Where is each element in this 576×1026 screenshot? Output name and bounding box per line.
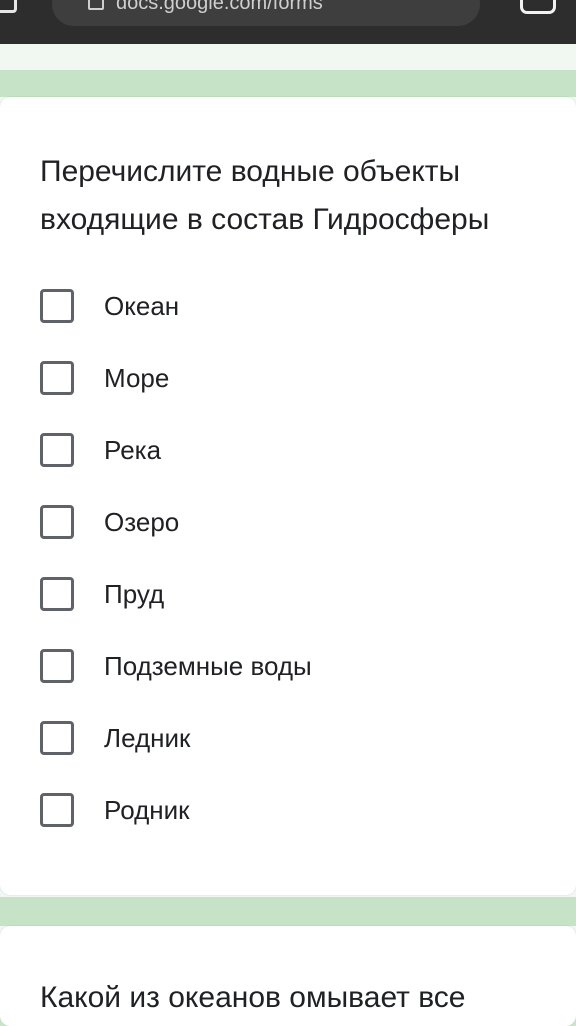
option-label: Ледник: [104, 723, 191, 753]
option-label: Море: [104, 363, 170, 393]
option-item[interactable]: Ледник: [40, 704, 540, 776]
option-item[interactable]: Океан: [40, 272, 540, 344]
option-label: Подземные воды: [104, 651, 312, 681]
address-bar[interactable]: docs.google.com/forms: [52, 0, 480, 26]
option-item[interactable]: Родник: [40, 776, 540, 848]
checkbox[interactable]: [40, 289, 74, 323]
question-title: Какой из океанов омывает все: [40, 981, 466, 1014]
option-item[interactable]: Река: [40, 416, 540, 488]
lock-icon: [88, 0, 104, 10]
checkbox[interactable]: [40, 649, 74, 683]
option-item[interactable]: Пруд: [40, 560, 540, 632]
card-separator: [0, 897, 576, 926]
option-label: Пруд: [104, 579, 165, 609]
option-label: Река: [104, 435, 162, 465]
checkbox[interactable]: [40, 577, 74, 611]
checkbox[interactable]: [40, 361, 74, 395]
option-item[interactable]: Подземные воды: [40, 632, 540, 704]
tabs-icon[interactable]: [520, 0, 556, 14]
home-icon[interactable]: [0, 0, 17, 13]
option-item[interactable]: Море: [40, 344, 540, 416]
question-title: Перечислите водные объекты входящие в со…: [40, 155, 490, 236]
url-text[interactable]: docs.google.com/forms: [116, 0, 456, 15]
checkbox[interactable]: [40, 433, 74, 467]
checkbox[interactable]: [40, 793, 74, 827]
option-item[interactable]: Озеро: [40, 488, 540, 560]
checkbox[interactable]: [40, 505, 74, 539]
option-label: Океан: [104, 291, 180, 321]
option-label: Родник: [104, 795, 190, 825]
checkbox-options: Океан Море Река Озеро Пруд Подземные вод…: [40, 272, 540, 848]
card-separator: [0, 70, 576, 97]
option-label: Озеро: [104, 507, 180, 537]
browser-toolbar: docs.google.com/forms: [0, 0, 576, 44]
checkbox[interactable]: [40, 721, 74, 755]
